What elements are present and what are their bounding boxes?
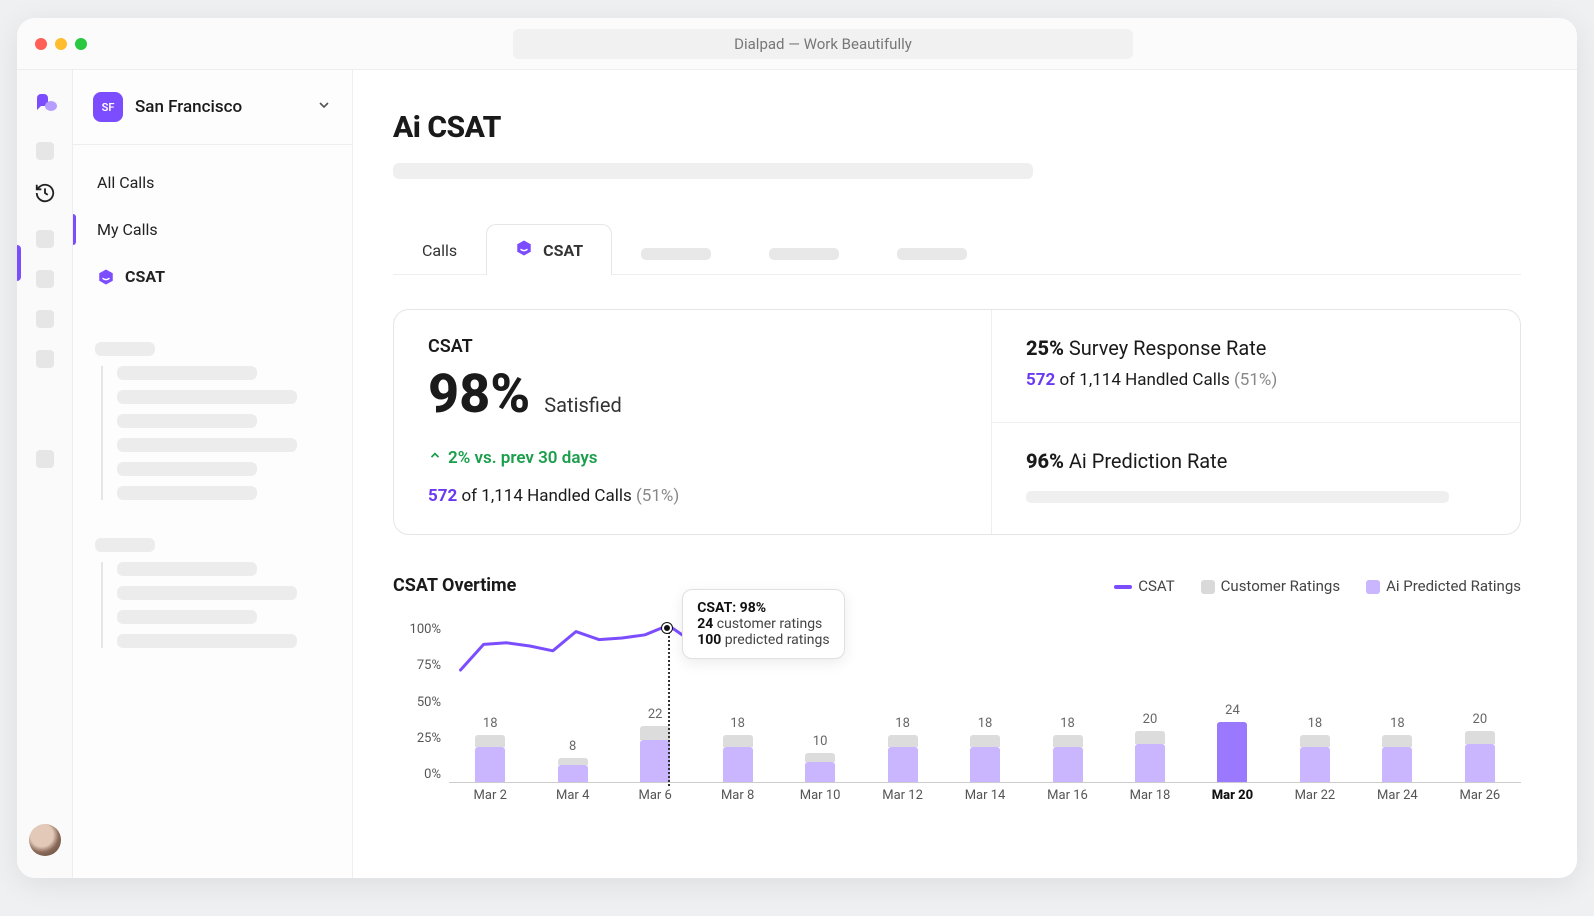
y-axis: 100% 75% 50% 25% 0% xyxy=(393,622,449,782)
sidebar: SF San Francisco All Calls My Calls CSAT xyxy=(73,70,353,878)
tabs: Calls CSAT xyxy=(393,223,1521,275)
chevron-down-icon xyxy=(316,97,332,117)
app-window: Dialpad — Work Beautifully SF San Franci… xyxy=(17,18,1577,878)
csat-tab-icon xyxy=(515,239,533,261)
rail-active-indicator xyxy=(17,245,21,281)
legend-predicted: Ai Predicted Ratings xyxy=(1366,577,1521,595)
response-rate-card: 25% Survey Response Rate 572 of 1,114 Ha… xyxy=(991,310,1520,422)
page-title: Ai CSAT xyxy=(393,110,1521,145)
x-tick-label: Mar 12 xyxy=(861,788,943,803)
rail-placeholder-2[interactable] xyxy=(36,230,54,248)
left-rail xyxy=(17,70,73,878)
csat-label: CSAT xyxy=(428,336,957,357)
csat-trend-text: 2% vs. prev 30 days xyxy=(448,448,598,468)
response-handled-num: 572 xyxy=(1026,370,1055,390)
main-content: Ai CSAT Calls CSAT CSAT 98% xyxy=(353,70,1577,878)
rail-placeholder-3[interactable] xyxy=(36,270,54,288)
csat-handled-rest: of 1,114 Handled Calls xyxy=(457,486,636,506)
sidebar-item-csat[interactable]: CSAT xyxy=(73,253,352,300)
plot-area[interactable]: 1882218101818182024181820 Mar 2Mar 4Mar … xyxy=(449,618,1521,818)
dialpad-logo-icon[interactable] xyxy=(32,94,58,120)
rail-placeholder-4[interactable] xyxy=(36,310,54,328)
x-tick-label: Mar 8 xyxy=(696,788,778,803)
tab-placeholder-1[interactable] xyxy=(612,233,740,274)
chart-tooltip: CSAT: 98%24 customer ratings100 predicte… xyxy=(682,589,844,659)
subtitle-skeleton xyxy=(393,163,1033,179)
prediction-rate-card: 96% Ai Prediction Rate xyxy=(991,422,1520,535)
x-tick-label: Mar 20 xyxy=(1191,788,1273,803)
response-handled-rest: of 1,114 Handled Calls xyxy=(1055,370,1234,390)
prediction-pct: 96% xyxy=(1026,449,1064,473)
legend-customer: Customer Ratings xyxy=(1201,577,1340,595)
response-handled-pct: (51%) xyxy=(1234,370,1277,390)
sidebar-item-csat-label: CSAT xyxy=(125,267,165,286)
response-label: Survey Response Rate xyxy=(1064,336,1266,360)
arrow-up-icon xyxy=(428,448,442,468)
x-tick-label: Mar 22 xyxy=(1274,788,1356,803)
user-avatar[interactable] xyxy=(29,824,61,856)
close-window-button[interactable] xyxy=(35,38,47,50)
sidebar-skeleton-2 xyxy=(73,510,352,658)
legend-csat: CSAT xyxy=(1114,577,1174,595)
tab-placeholder-3[interactable] xyxy=(868,233,996,274)
x-tick-label: Mar 10 xyxy=(779,788,861,803)
x-tick-label: Mar 6 xyxy=(614,788,696,803)
chart-legend: CSAT Customer Ratings Ai Predicted Ratin… xyxy=(1114,577,1521,595)
csat-value: 98% xyxy=(428,363,530,426)
csat-trend: 2% vs. prev 30 days xyxy=(428,448,957,468)
sidebar-skeleton-1 xyxy=(73,314,352,510)
x-tick-label: Mar 4 xyxy=(531,788,613,803)
window-title: Dialpad — Work Beautifully xyxy=(513,29,1133,59)
rail-placeholder-1[interactable] xyxy=(36,142,54,160)
window-controls xyxy=(35,38,87,50)
chart: 100% 75% 50% 25% 0% 18822181018181820241… xyxy=(393,618,1521,818)
x-tick-label: Mar 24 xyxy=(1356,788,1438,803)
rail-placeholder-5[interactable] xyxy=(36,350,54,368)
x-tick-label: Mar 16 xyxy=(1026,788,1108,803)
zoom-window-button[interactable] xyxy=(75,38,87,50)
prediction-label: Ai Prediction Rate xyxy=(1064,449,1227,473)
tab-placeholder-2[interactable] xyxy=(740,233,868,274)
workspace-picker[interactable]: SF San Francisco xyxy=(73,70,352,145)
chart-hover-point xyxy=(662,623,672,633)
sidebar-nav: All Calls My Calls CSAT xyxy=(73,145,352,314)
x-tick-label: Mar 2 xyxy=(449,788,531,803)
prediction-skeleton xyxy=(1026,491,1449,503)
x-tick-label: Mar 18 xyxy=(1109,788,1191,803)
csat-handled-pct: (51%) xyxy=(636,486,679,506)
rail-placeholder-6[interactable] xyxy=(36,450,54,468)
csat-handled-num: 572 xyxy=(428,486,457,506)
csat-handled: 572 of 1,114 Handled Calls (51%) xyxy=(428,486,957,506)
metric-cards: CSAT 98% Satisfied 2% vs. prev 30 days 5… xyxy=(393,309,1521,535)
chart-title: CSAT Overtime xyxy=(393,575,516,596)
x-tick-label: Mar 14 xyxy=(944,788,1026,803)
response-pct: 25% xyxy=(1026,336,1064,360)
titlebar: Dialpad — Work Beautifully xyxy=(17,18,1577,70)
history-icon[interactable] xyxy=(34,182,56,208)
csat-suffix: Satisfied xyxy=(544,393,621,417)
minimize-window-button[interactable] xyxy=(55,38,67,50)
chart-section: CSAT Overtime CSAT Customer Ratings Ai P… xyxy=(393,575,1521,818)
tab-csat[interactable]: CSAT xyxy=(486,224,612,275)
tab-calls[interactable]: Calls xyxy=(393,226,486,274)
x-tick-label: Mar 26 xyxy=(1439,788,1521,803)
chart-hover-guide xyxy=(668,629,670,786)
workspace-name: San Francisco xyxy=(135,97,304,117)
sidebar-item-all-calls[interactable]: All Calls xyxy=(73,159,352,206)
sidebar-item-my-calls[interactable]: My Calls xyxy=(73,206,352,253)
csat-card: CSAT 98% Satisfied 2% vs. prev 30 days 5… xyxy=(394,310,991,534)
tab-csat-label: CSAT xyxy=(543,241,583,260)
csat-hex-icon xyxy=(97,268,115,286)
workspace-badge: SF xyxy=(93,92,123,122)
